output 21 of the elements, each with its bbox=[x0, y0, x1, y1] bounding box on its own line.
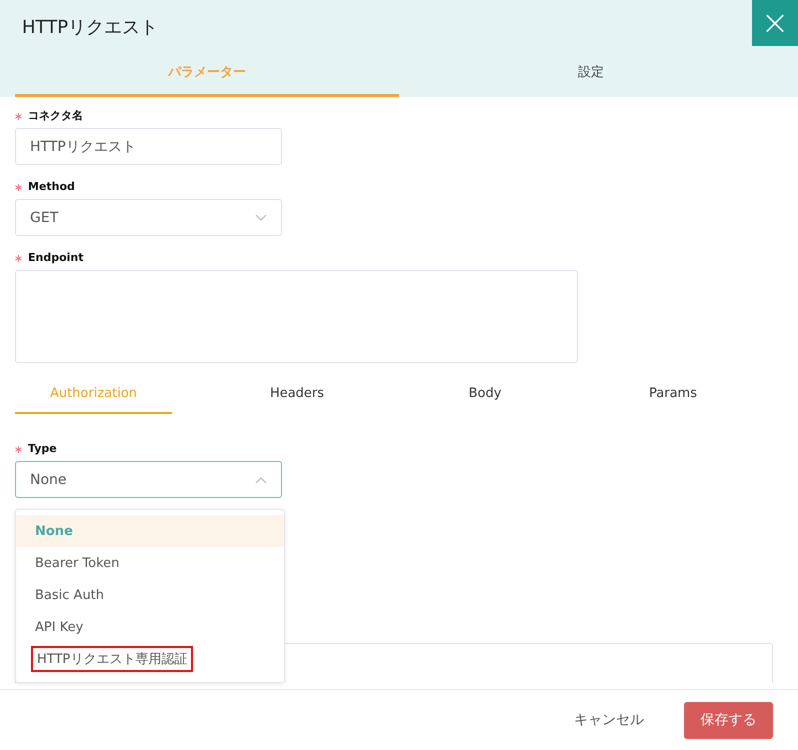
field-label: Type bbox=[15, 442, 57, 456]
chevron-up-icon bbox=[255, 476, 267, 484]
field-label: コネクタ名 bbox=[15, 109, 83, 123]
dialog-title: HTTPリクエスト bbox=[21, 16, 158, 40]
select-field[interactable]: GET bbox=[15, 199, 282, 236]
textarea-field[interactable] bbox=[15, 270, 578, 363]
field-label: Endpoint bbox=[15, 251, 84, 265]
cancel-button[interactable]: キャンセル bbox=[574, 711, 644, 729]
select-field[interactable]: None bbox=[15, 461, 282, 498]
dropdown-option[interactable]: API Key bbox=[16, 611, 284, 643]
dropdown-option[interactable]: Basic Auth bbox=[16, 579, 284, 611]
field-label: Method bbox=[15, 180, 75, 194]
dropdown-option[interactable]: HTTPリクエスト専用認証 bbox=[16, 643, 284, 675]
save-button[interactable]: 保存する bbox=[684, 702, 773, 738]
tab[interactable]: 設定 bbox=[399, 50, 783, 97]
tab[interactable]: Headers bbox=[203, 375, 391, 414]
tab[interactable]: Params bbox=[579, 375, 767, 414]
dropdown-option[interactable]: Bearer Token bbox=[16, 547, 284, 579]
input-field[interactable]: HTTPリクエスト bbox=[15, 128, 282, 165]
tab[interactable]: Body bbox=[391, 375, 579, 414]
chevron-down-icon bbox=[255, 214, 267, 222]
